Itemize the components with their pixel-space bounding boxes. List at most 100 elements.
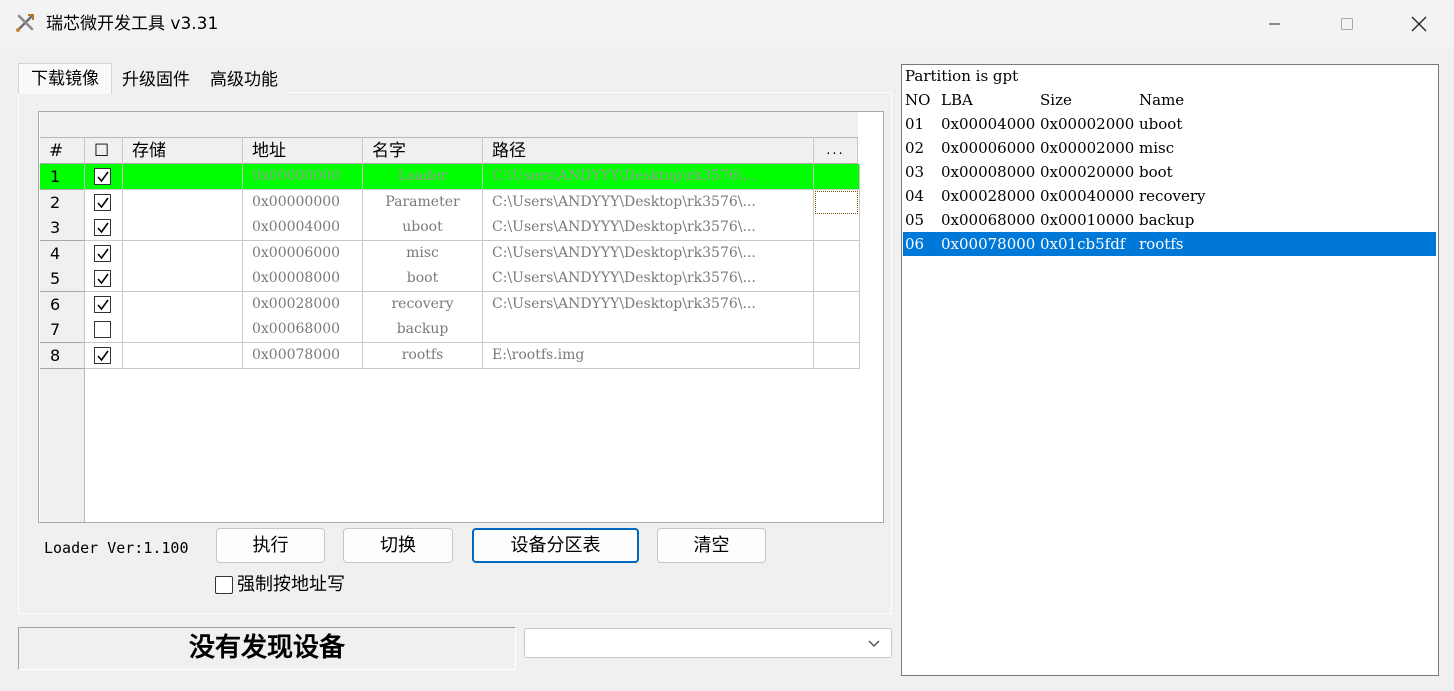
close-button[interactable] [1384,0,1454,48]
row-storage[interactable] [123,240,243,267]
row-path[interactable]: C:\Users\ANDYYY\Desktop\rk3576\... [483,291,814,318]
row-number[interactable]: 5 [40,266,85,292]
row-checkbox-cell[interactable] [85,240,123,267]
column-header-more: ... [814,138,858,164]
row-storage[interactable] [123,317,243,343]
checkbox-icon[interactable] [94,168,111,185]
row-storage[interactable] [123,342,243,369]
force-address-write-checkbox[interactable] [215,576,233,594]
row-browse-cell[interactable] [814,266,860,292]
row-number[interactable]: 3 [40,215,85,241]
checkbox-icon[interactable] [94,193,111,211]
grid-top-strip [40,112,858,138]
row-name[interactable]: Loader [363,164,483,190]
log-name: misc [1139,139,1175,157]
checkbox-icon[interactable] [94,270,111,287]
log-title-line: Partition is gpt [905,64,1018,88]
checkbox-icon[interactable] [94,321,111,338]
row-browse-cell[interactable] [814,164,860,190]
checkbox-icon[interactable] [94,295,111,313]
run-button[interactable]: 执行 [216,528,325,563]
log-no: 06 [905,235,925,253]
table-row[interactable]: 8 0x00078000 rootfs E:\rootfs.img [40,342,860,369]
row-browse-cell[interactable] [814,189,860,216]
row-address[interactable]: 0x00000000 [243,164,363,190]
checkbox-icon[interactable] [94,346,111,364]
row-name[interactable]: recovery [363,291,483,318]
row-path[interactable]: C:\Users\ANDYYY\Desktop\rk3576\... [483,240,814,267]
row-browse-cell[interactable] [814,215,860,241]
row-address[interactable]: 0x00000000 [243,189,363,216]
tab-upgrade-firmware[interactable]: 升级固件 [112,66,200,94]
row-path[interactable]: C:\Users\ANDYYY\Desktop\rk3576\... [483,266,814,292]
row-path[interactable]: C:\Users\ANDYYY\Desktop\rk3576\... [483,164,814,190]
column-header-select-all[interactable]: ☐ [85,138,123,164]
table-row[interactable]: 1 0x00000000 Loader C:\Users\ANDYYY\Desktop… [40,164,860,190]
row-checkbox-cell[interactable] [85,164,123,190]
row-browse-cell[interactable] [814,342,860,369]
row-path[interactable]: C:\Users\ANDYYY\Desktop\rk3576\... [483,215,814,241]
column-header-address[interactable]: 地址 [243,138,363,164]
log-lba: 0x00028000 [941,187,1036,205]
row-storage[interactable] [123,189,243,216]
row-storage[interactable] [123,266,243,292]
tab-advanced-functions[interactable]: 高级功能 [200,66,288,94]
row-storage[interactable] [123,164,243,190]
column-header-path[interactable]: 路径 [483,138,814,164]
maximize-button[interactable] [1312,0,1382,48]
row-name[interactable]: boot [363,266,483,292]
row-browse-cell[interactable] [814,317,860,343]
row-checkbox-cell[interactable] [85,215,123,241]
row-checkbox-cell[interactable] [85,189,123,216]
force-address-write-label[interactable]: 强制按地址写 [237,574,345,596]
row-storage[interactable] [123,291,243,318]
row-path[interactable] [483,317,814,343]
row-name[interactable]: Parameter [363,189,483,216]
table-row[interactable]: 2 0x00000000 Parameter C:\Users\ANDYYY\Desk… [40,189,860,216]
row-path[interactable]: E:\rootfs.img [483,342,814,369]
row-number[interactable]: 4 [40,240,85,267]
row-address[interactable]: 0x00068000 [243,317,363,343]
table-row[interactable]: 6 0x00028000 recovery C:\Users\ANDYYY\Deskt… [40,291,860,318]
switch-button[interactable]: 切换 [343,528,453,563]
column-header-storage[interactable]: 存储 [123,138,243,164]
row-name[interactable]: misc [363,240,483,267]
row-checkbox-cell[interactable] [85,266,123,292]
row-number[interactable]: 8 [40,342,85,369]
row-address[interactable]: 0x00028000 [243,291,363,318]
row-number[interactable]: 2 [40,189,85,216]
row-name[interactable]: rootfs [363,342,483,369]
row-name[interactable]: uboot [363,215,483,241]
column-header-number: # [40,138,85,164]
row-browse-cell[interactable] [814,240,860,267]
dropdown-arrow-icon[interactable] [866,636,882,652]
row-address[interactable]: 0x00078000 [243,342,363,369]
row-number[interactable]: 6 [40,291,85,318]
minimize-button[interactable] [1240,0,1310,48]
table-row[interactable]: 7 0x00068000 backup [40,317,860,343]
row-checkbox-cell[interactable] [85,291,123,318]
checkbox-icon[interactable] [94,244,111,262]
log-line[interactable]: 06 0x00078000 0x01cb5fdf rootfs [903,232,1436,256]
close-icon [1411,16,1427,32]
table-row[interactable]: 4 0x00006000 misc C:\Users\ANDYYY\Desktop\r… [40,240,860,267]
row-address[interactable]: 0x00006000 [243,240,363,267]
row-path[interactable]: C:\Users\ANDYYY\Desktop\rk3576\... [483,189,814,216]
checkbox-icon[interactable] [94,219,111,236]
row-number[interactable]: 1 [40,164,85,190]
row-address[interactable]: 0x00008000 [243,266,363,292]
row-browse-cell[interactable] [814,291,860,318]
row-address[interactable]: 0x00004000 [243,215,363,241]
table-row[interactable]: 3 0x00004000 uboot C:\Users\ANDYYY\Desktop\… [40,215,860,241]
device-partition-table-button[interactable]: 设备分区表 [472,528,639,563]
row-storage[interactable] [123,215,243,241]
row-name[interactable]: backup [363,317,483,343]
table-row[interactable]: 5 0x00008000 boot C:\Users\ANDYYY\Desktop\r… [40,266,860,292]
row-checkbox-cell[interactable] [85,342,123,369]
device-select-dropdown[interactable] [524,628,892,658]
column-header-name[interactable]: 名字 [363,138,483,164]
tab-download-image[interactable]: 下载镜像 [18,63,112,94]
row-number[interactable]: 7 [40,317,85,343]
row-checkbox-cell[interactable] [85,317,123,343]
clear-button[interactable]: 清空 [657,528,766,563]
